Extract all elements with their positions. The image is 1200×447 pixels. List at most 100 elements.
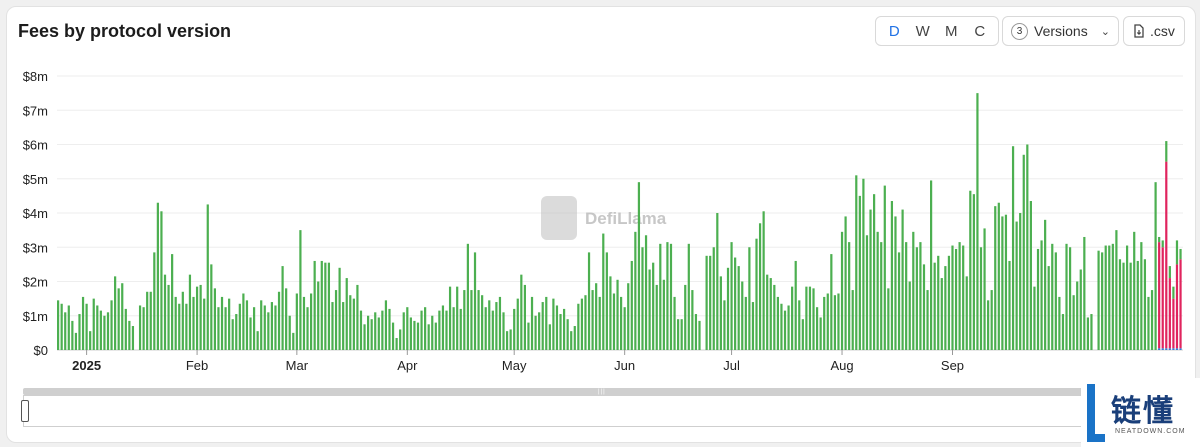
bar-fees-day[interactable] <box>684 284 687 350</box>
bar-fees-day[interactable] <box>527 322 530 350</box>
bar-fees-day[interactable] <box>912 231 915 350</box>
bar-fees-day[interactable] <box>680 319 683 350</box>
bar-fees-day[interactable] <box>851 290 854 350</box>
brush-left-handle[interactable] <box>21 400 29 422</box>
bar-fees-day[interactable] <box>844 216 847 350</box>
bar-segment-version-blue[interactable] <box>1165 348 1168 350</box>
bar-fees-day[interactable] <box>990 290 993 350</box>
bar-fees-day[interactable] <box>228 298 231 350</box>
bar-fees-day[interactable] <box>513 308 516 350</box>
bar-fees-day[interactable] <box>1001 216 1004 350</box>
bar-fees-day[interactable] <box>178 303 181 350</box>
bar-fees-day[interactable] <box>74 332 78 350</box>
bar-fees-day[interactable] <box>865 235 869 350</box>
bar-fees-day[interactable] <box>327 262 331 350</box>
bar-fees-day[interactable] <box>156 202 159 350</box>
bar-fees-day[interactable] <box>463 290 466 350</box>
bar-fees-day[interactable] <box>830 254 833 350</box>
bar-fees-day[interactable] <box>698 320 701 350</box>
bar-fees-day[interactable] <box>281 266 284 350</box>
bar-fees-day[interactable] <box>242 293 245 350</box>
bar-fees-day[interactable] <box>737 266 740 350</box>
bar-fees-day[interactable] <box>1044 219 1047 350</box>
bar-fees-day[interactable] <box>103 315 106 350</box>
bar-fees-day[interactable] <box>538 312 541 350</box>
bar-fees-day[interactable] <box>730 242 733 350</box>
bar-fees-day[interactable] <box>566 319 569 350</box>
bar-fees-day[interactable] <box>734 257 737 350</box>
bar-fees-day[interactable] <box>374 312 377 350</box>
bar-segment-version-pink[interactable] <box>1168 278 1171 349</box>
bar-fees-day[interactable] <box>897 252 901 350</box>
bar-fees-day[interactable] <box>944 266 947 350</box>
bar-fees-day[interactable] <box>1076 281 1079 351</box>
bar-fees-day[interactable] <box>947 255 951 350</box>
bar-fees-day[interactable] <box>530 296 534 350</box>
bar-fees-day[interactable] <box>605 252 608 350</box>
bar-fees-day[interactable] <box>434 322 437 350</box>
bar-fees-day[interactable] <box>815 307 819 350</box>
bar-fees-day[interactable] <box>1054 252 1057 350</box>
bar-fees-day[interactable] <box>552 298 555 350</box>
bar-fees-day[interactable] <box>441 305 445 350</box>
bar-fees-day[interactable] <box>709 255 712 350</box>
bar-fees-day[interactable] <box>96 305 99 350</box>
bar-fees-day[interactable] <box>595 283 598 350</box>
bar-fees-day[interactable] <box>57 300 60 350</box>
bar-fees-day[interactable] <box>438 310 441 350</box>
bar-fees-day[interactable] <box>381 310 384 350</box>
bar-segment-version-blue[interactable] <box>1179 348 1182 350</box>
bar-fees-day[interactable] <box>71 320 74 350</box>
bar-fees-day[interactable] <box>495 302 498 350</box>
bar-fees-day[interactable] <box>295 293 298 350</box>
bar-segment-version-pink[interactable] <box>1172 298 1175 349</box>
bar-fees-day[interactable] <box>420 310 423 350</box>
bar-fees-day[interactable] <box>812 288 815 350</box>
bar-fees-day[interactable] <box>1061 314 1065 350</box>
bar-fees-day[interactable] <box>1029 201 1032 350</box>
bar-fees-day[interactable] <box>238 303 241 350</box>
bar-fees-day[interactable] <box>1086 317 1090 350</box>
bar-fees-day[interactable] <box>146 291 149 350</box>
bar-fees-day[interactable] <box>114 276 117 350</box>
bar-fees-day[interactable] <box>285 288 288 350</box>
bar-fees-day[interactable] <box>677 319 680 350</box>
bar-fees-day[interactable] <box>1090 314 1093 350</box>
bar-fees-day[interactable] <box>481 295 484 350</box>
bar-fees-day[interactable] <box>1008 260 1011 350</box>
bar-fees-day[interactable] <box>962 245 965 350</box>
bar-segment-version-green[interactable] <box>1161 240 1164 248</box>
bar-fees-day[interactable] <box>609 276 612 350</box>
bar-fees-day[interactable] <box>367 315 370 350</box>
bar-fees-day[interactable] <box>758 223 762 350</box>
bar-fees-day[interactable] <box>317 281 320 351</box>
bar-fees-day[interactable] <box>224 307 227 350</box>
bar-fees-day[interactable] <box>798 300 801 350</box>
bar-fees-day[interactable] <box>783 310 787 350</box>
bar-fees-day[interactable] <box>723 300 726 350</box>
bar-fees-day[interactable] <box>1129 262 1132 350</box>
bar-fees-day[interactable] <box>801 319 804 350</box>
bar-fees-day[interactable] <box>926 290 929 350</box>
bar-fees-day[interactable] <box>694 314 698 350</box>
bar-fees-day[interactable] <box>1047 266 1050 350</box>
bar-fees-day[interactable] <box>174 296 177 350</box>
bar-fees-day[interactable] <box>1011 146 1015 350</box>
bar-fees-day[interactable] <box>124 308 127 350</box>
bar-fees-day[interactable] <box>1133 231 1136 350</box>
bar-fees-day[interactable] <box>121 283 124 350</box>
bar-fees-day[interactable] <box>719 276 722 350</box>
bar-fees-day[interactable] <box>937 255 940 350</box>
bar-fees-day[interactable] <box>855 175 858 350</box>
bar-fees-day[interactable] <box>890 201 894 350</box>
bar-fees-day[interactable] <box>334 290 338 350</box>
bar-fees-day[interactable] <box>520 274 523 350</box>
bar-fees-day[interactable] <box>1026 144 1029 351</box>
bar-segment-version-pink[interactable] <box>1175 264 1179 349</box>
bar-segment-version-green[interactable] <box>1158 236 1161 243</box>
bar-fees-day[interactable] <box>876 231 879 350</box>
bar-fees-day[interactable] <box>192 296 195 350</box>
bar-fees-day[interactable] <box>491 310 494 350</box>
bar-fees-day[interactable] <box>1040 240 1043 350</box>
bar-fees-day[interactable] <box>488 300 491 350</box>
